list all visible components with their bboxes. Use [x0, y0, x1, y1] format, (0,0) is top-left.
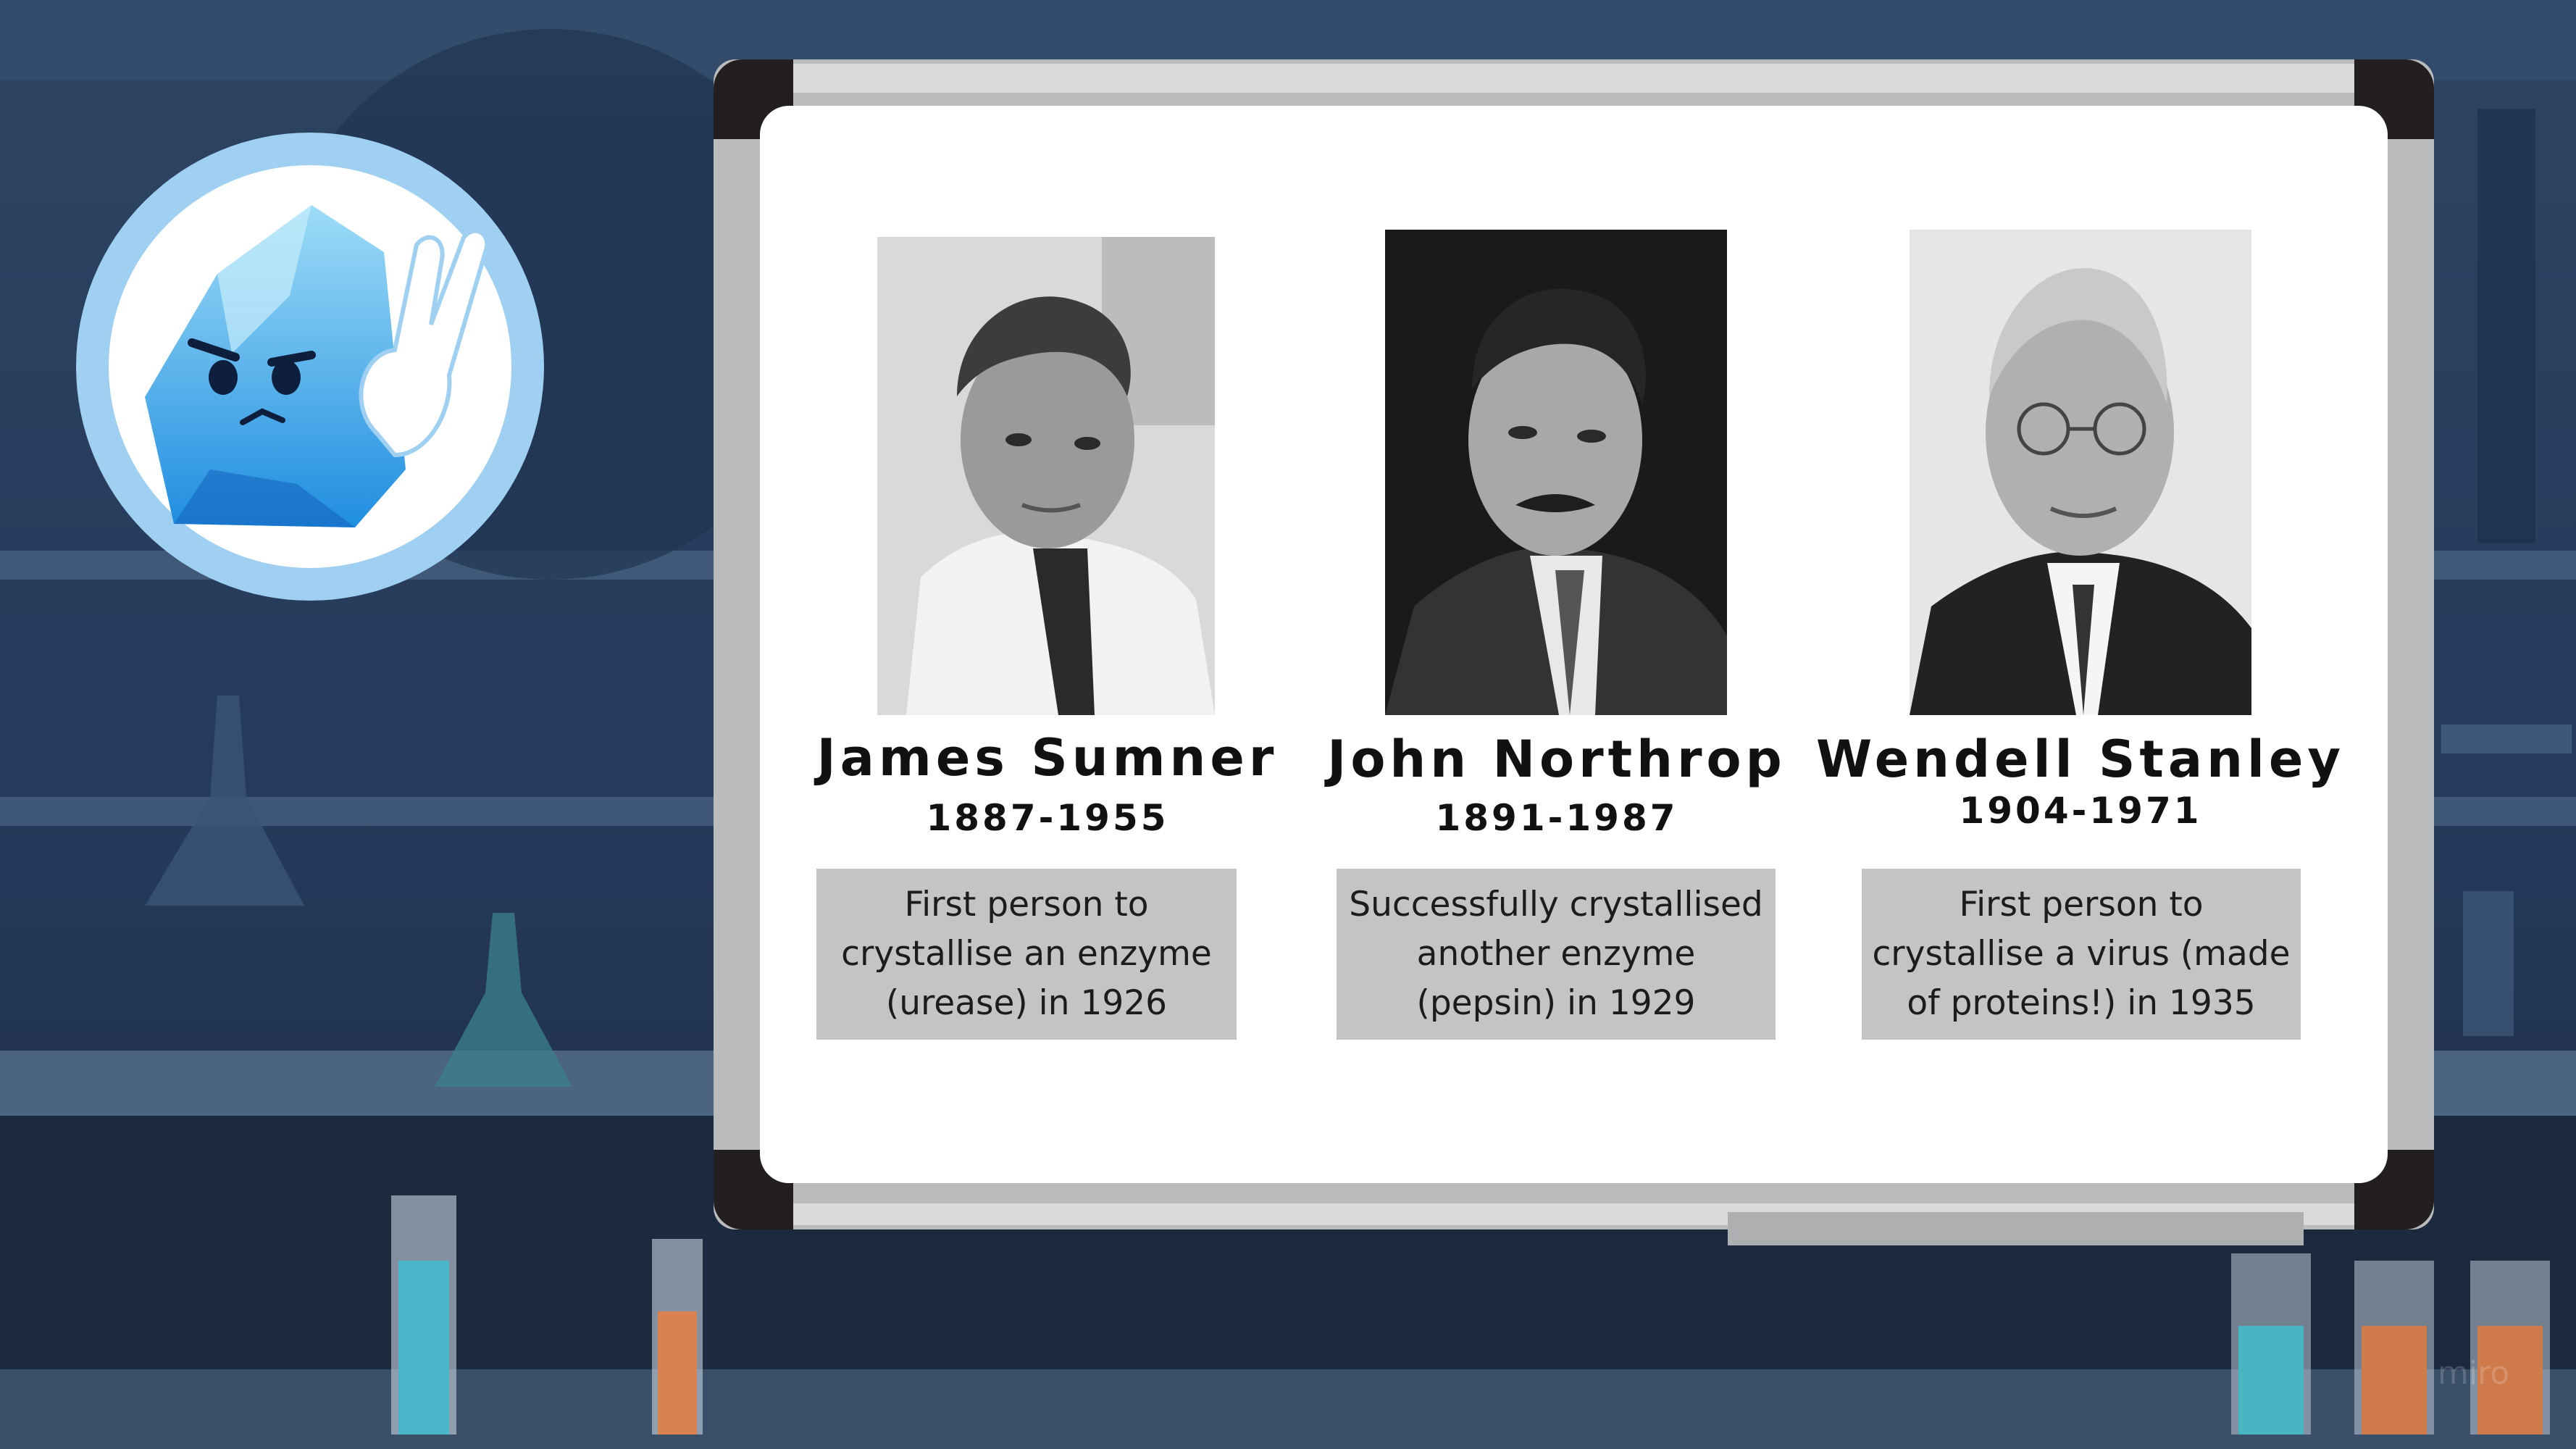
scientist-name-stanley: Wendell Stanley — [1815, 730, 2345, 789]
description-line: crystallise an enzyme — [841, 934, 1212, 974]
scientist-years-stanley: 1904-1971 — [1959, 790, 2202, 832]
portrait-james-sumner — [877, 237, 1215, 715]
description-line: (urease) in 1926 — [885, 983, 1168, 1023]
description-box-stanley: First person to crystallise a virus (mad… — [1862, 869, 2301, 1040]
scientist-years-sumner: 1887-1955 — [926, 797, 1169, 839]
whiteboard-frame-top-highlight — [743, 64, 2405, 93]
portrait-john-northrop — [1385, 230, 1727, 715]
description-box-sumner: First person to crystallise an enzyme (u… — [816, 869, 1237, 1040]
description-line: of proteins!) in 1935 — [1907, 983, 2256, 1023]
description-line: crystallise a virus (made — [1872, 934, 2291, 974]
scientist-name-northrop: John Northrop — [1327, 730, 1786, 789]
whiteboard-marker-tray — [1728, 1212, 2304, 1245]
description-line: (pepsin) in 1929 — [1416, 983, 1696, 1023]
description-line: First person to — [1959, 885, 2204, 924]
portrait-wendell-stanley — [1910, 230, 2251, 715]
scientist-years-northrop: 1891-1987 — [1435, 797, 1678, 839]
miro-watermark: miro — [2438, 1355, 2510, 1392]
description-line: Successfully crystallised — [1349, 885, 1763, 924]
scientist-name-sumner: James Sumner — [816, 728, 1279, 788]
description-line: another enzyme — [1416, 934, 1696, 974]
description-box-northrop: Successfully crystallised another enzyme… — [1337, 869, 1776, 1040]
ice-crystal-mascot-icon — [145, 205, 490, 527]
description-line: First person to — [904, 885, 1149, 924]
